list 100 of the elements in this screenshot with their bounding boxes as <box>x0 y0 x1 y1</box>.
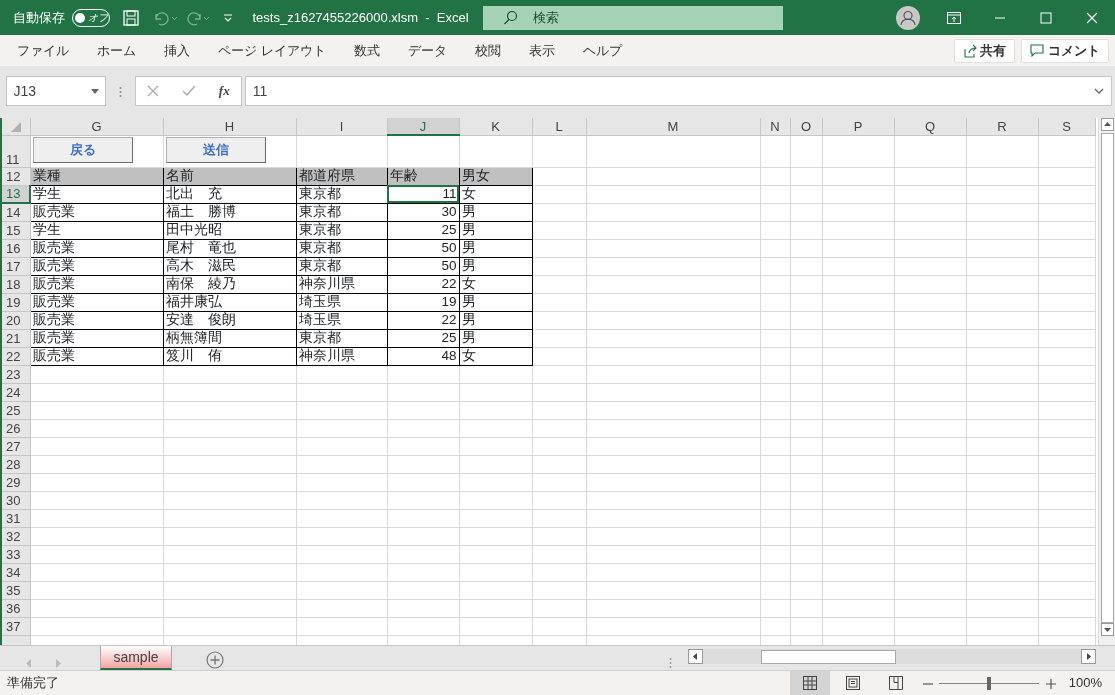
table-cell: 販売業 <box>30 239 163 257</box>
table-cell: 25 <box>387 221 459 239</box>
more-options-icon[interactable] <box>119 85 122 98</box>
table-cell: 男 <box>459 203 532 221</box>
table-cell: 男 <box>459 257 532 275</box>
table-cell: 福井康弘 <box>163 293 296 311</box>
column-header[interactable]: S <box>1038 118 1095 135</box>
sheet-tab[interactable]: sample <box>100 646 172 670</box>
table-cell: 安達 俊朗 <box>163 311 296 329</box>
column-header[interactable]: P <box>822 118 894 135</box>
zoom-in-icon[interactable] <box>1045 678 1056 689</box>
maximize-icon[interactable] <box>1040 11 1052 24</box>
cancel-icon[interactable] <box>147 85 160 97</box>
column-header[interactable]: R <box>966 118 1038 135</box>
ribbon-tab[interactable]: ページ レイアウト <box>204 40 340 61</box>
normal-view-button[interactable] <box>789 671 830 695</box>
table-cell: 男 <box>459 293 532 311</box>
zoom-slider-thumb[interactable] <box>987 676 992 690</box>
column-header[interactable]: I <box>296 118 387 135</box>
ribbon-tab[interactable]: ファイル <box>3 40 84 61</box>
table-cell: 50 <box>387 239 459 257</box>
customize-dropdown-icon[interactable] <box>223 13 233 24</box>
column-header[interactable]: O <box>790 118 822 135</box>
table-cell: 北出 充 <box>163 185 296 203</box>
formula-input[interactable]: 11 <box>245 76 1112 106</box>
ribbon-tab[interactable]: 校閲 <box>460 40 515 61</box>
ribbon-tab[interactable]: 数式 <box>339 40 394 61</box>
table-cell: 神奈川県 <box>296 275 387 293</box>
name-box[interactable]: J13 <box>6 76 106 106</box>
ribbon-tab[interactable]: 表示 <box>514 40 569 61</box>
table-cell[interactable]: 11 <box>387 185 459 203</box>
table-cell: 東京都 <box>296 203 387 221</box>
search-field[interactable]: 検索 <box>482 5 783 30</box>
table-cell: 48 <box>387 347 459 365</box>
window-title: tests_z1627455226000.xlsm - Excel <box>252 8 470 27</box>
page-layout-icon <box>846 676 860 690</box>
column-header[interactable]: K <box>459 118 532 135</box>
redo-icon[interactable] <box>184 10 210 27</box>
ribbon-tab[interactable]: データ <box>393 40 461 61</box>
caret-icon <box>90 88 99 94</box>
column-header[interactable]: N <box>760 118 790 135</box>
save-icon[interactable] <box>122 10 139 27</box>
table-cell: 東京都 <box>296 239 387 257</box>
ribbon-tab[interactable]: ヘルプ <box>568 40 636 61</box>
grid-icon <box>802 676 817 690</box>
ribbon-tab[interactable]: 挿入 <box>150 40 205 61</box>
column-header[interactable]: G <box>30 118 163 135</box>
table-cell: 田中光昭 <box>163 221 296 239</box>
ribbon-display-icon[interactable] <box>947 11 961 24</box>
table-cell: 男 <box>459 221 532 239</box>
table-cell: 30 <box>387 203 459 221</box>
search-icon <box>502 9 519 26</box>
table-cell: 販売業 <box>30 275 163 293</box>
column-header[interactable]: M <box>586 118 760 135</box>
table-cell: 22 <box>387 275 459 293</box>
horizontal-scroll-thumb[interactable] <box>760 649 896 664</box>
column-header[interactable]: H <box>163 118 296 135</box>
table-cell: 東京都 <box>296 257 387 275</box>
sheet-button[interactable]: 戻る <box>32 136 133 163</box>
table-cell: 販売業 <box>30 347 163 365</box>
table-cell: 販売業 <box>30 311 163 329</box>
sheet-button[interactable]: 送信 <box>165 136 266 163</box>
table-cell: 19 <box>387 293 459 311</box>
table-cell: 学生 <box>30 221 163 239</box>
table-cell: 神奈川県 <box>296 347 387 365</box>
table-cell: 販売業 <box>30 203 163 221</box>
table-cell: 販売業 <box>30 257 163 275</box>
table-cell: 福土 勝博 <box>163 203 296 221</box>
add-sheet-icon[interactable] <box>206 650 224 669</box>
autosave-label: 自動保存 <box>13 8 65 27</box>
share-icon <box>962 43 977 58</box>
column-header[interactable]: L <box>532 118 586 135</box>
table-cell: 販売業 <box>30 293 163 311</box>
enter-check-icon[interactable] <box>182 85 197 97</box>
table-cell: 学生 <box>30 185 163 203</box>
row-header[interactable]: 11 <box>2 135 30 167</box>
table-cell: 東京都 <box>296 221 387 239</box>
column-header[interactable]: J <box>387 118 459 135</box>
insert-function-button[interactable]: fx <box>218 81 230 101</box>
zoom-level: 100% <box>1068 674 1102 693</box>
split-handle-icon[interactable] <box>668 656 672 669</box>
vertical-scroll-thumb[interactable] <box>1100 133 1114 623</box>
table-cell: 22 <box>387 311 459 329</box>
table-cell: 男 <box>459 329 532 347</box>
page-break-icon <box>889 676 904 690</box>
table-cell: 男 <box>459 311 532 329</box>
comment-icon <box>1030 43 1045 58</box>
ribbon-tab[interactable]: ホーム <box>83 40 151 61</box>
table-cell: 尾村 竜也 <box>163 239 296 257</box>
share-button[interactable]: 共有 <box>953 38 1015 63</box>
close-icon[interactable] <box>1086 11 1098 24</box>
table-cell: 25 <box>387 329 459 347</box>
table-cell: 女 <box>459 275 532 293</box>
table-cell: 高木 滋民 <box>163 257 296 275</box>
table-cell: 女 <box>459 347 532 365</box>
comment-button[interactable]: コメント <box>1021 38 1109 63</box>
expand-caret-icon[interactable] <box>1094 88 1105 94</box>
account-avatar-icon[interactable] <box>896 5 920 30</box>
column-header[interactable]: Q <box>894 118 966 135</box>
table-cell: 女 <box>459 185 532 203</box>
